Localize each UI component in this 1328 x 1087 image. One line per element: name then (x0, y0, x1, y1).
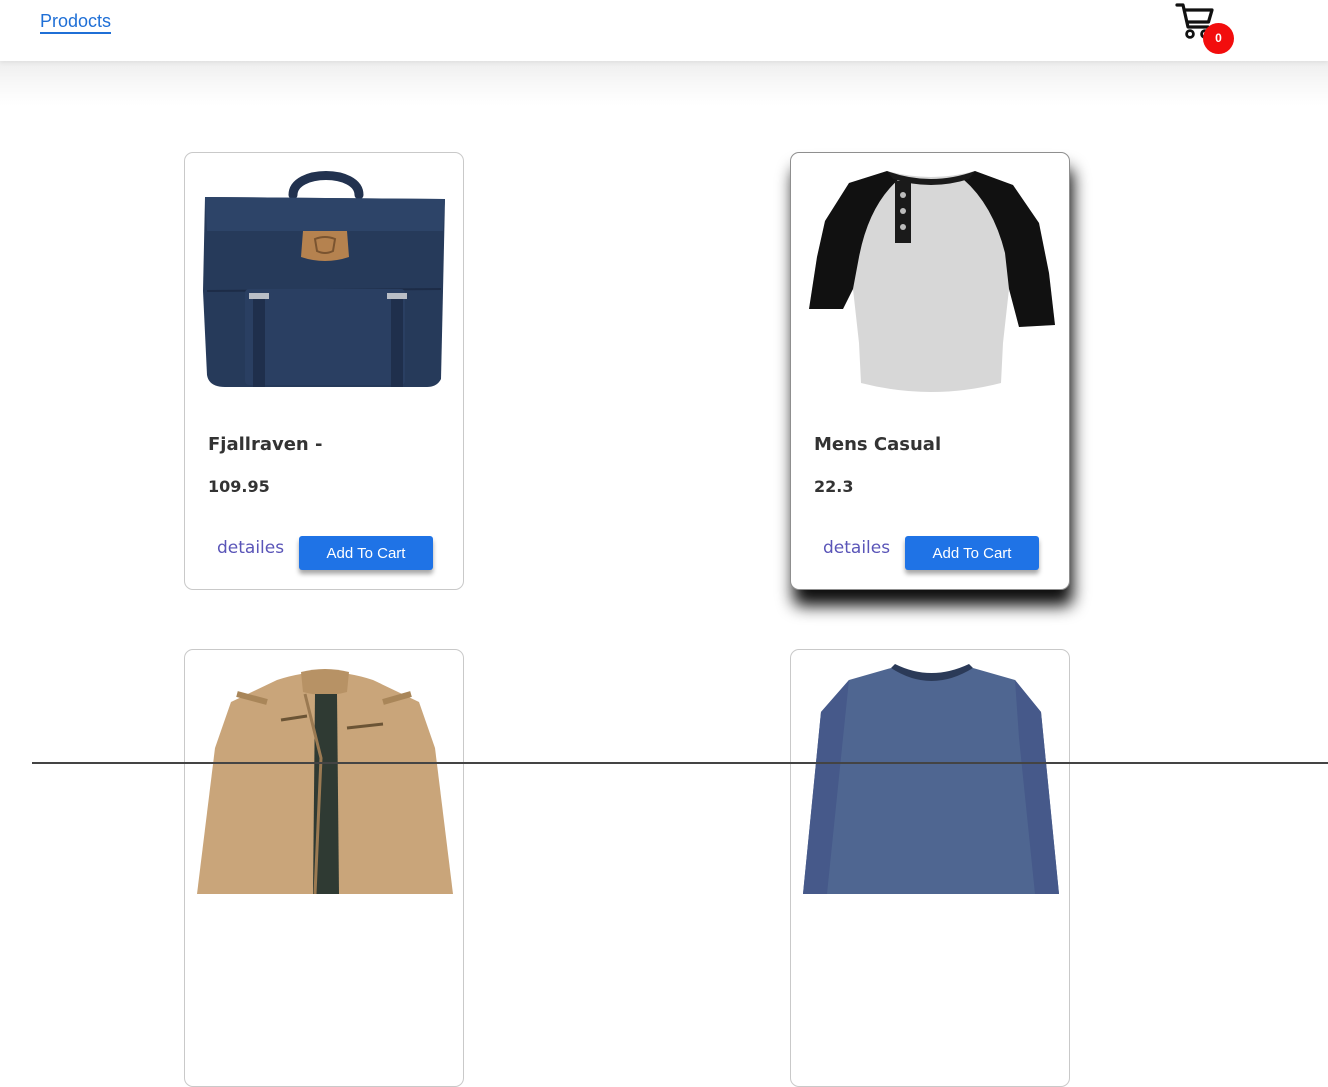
jacket-image (197, 669, 453, 894)
add-to-cart-button[interactable]: Add To Cart (905, 536, 1039, 570)
cart-count-badge: 0 (1203, 23, 1234, 54)
tshirt-image (809, 171, 1055, 392)
product-title: Fjallraven - (208, 434, 323, 455)
navbar: Prodocts 0 (0, 0, 1328, 61)
details-link[interactable]: detailes (217, 538, 284, 558)
product-price: 22.3 (814, 477, 854, 496)
products-nav-link[interactable]: Prodocts (40, 11, 112, 34)
add-to-cart-button[interactable]: Add To Cart (299, 536, 433, 570)
product-price: 109.95 (208, 477, 270, 496)
cart-button[interactable]: 0 (1175, 1, 1237, 55)
product-title: Mens Casual (814, 434, 942, 455)
details-link[interactable]: detailes (823, 538, 890, 558)
product-card (184, 649, 464, 1087)
navbar-shadow (0, 61, 1328, 106)
tshirt-image (803, 664, 1059, 894)
product-card: Fjallraven - 109.95 detailes Add To Cart (184, 152, 464, 590)
backpack-image (203, 171, 445, 387)
product-card: Mens Casual 22.3 detailes Add To Cart (790, 152, 1070, 590)
product-card (790, 649, 1070, 1087)
